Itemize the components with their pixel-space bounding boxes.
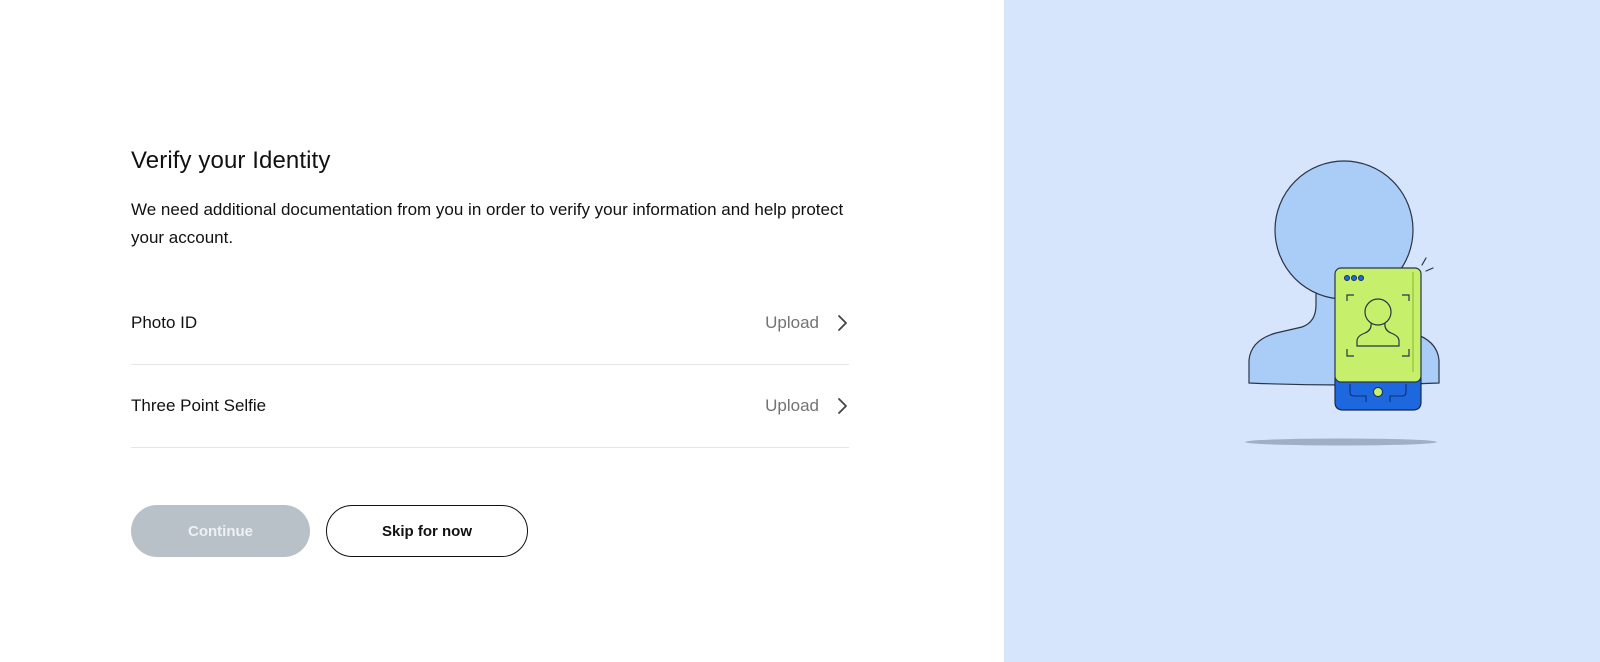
continue-button[interactable]: Continue <box>131 505 310 557</box>
upload-link[interactable]: Upload <box>765 313 819 333</box>
document-label: Photo ID <box>131 313 198 332</box>
skip-for-now-button[interactable]: Skip for now <box>326 505 528 557</box>
chevron-right-icon <box>838 315 847 331</box>
document-list: Photo ID Upload Three Point Selfie Uploa… <box>131 282 849 448</box>
chevron-right-icon <box>838 398 847 414</box>
shadow-ellipse <box>1245 438 1437 446</box>
upload-link[interactable]: Upload <box>765 396 819 416</box>
phone-button <box>1373 387 1383 397</box>
page-description: We need additional documentation from yo… <box>131 200 844 247</box>
document-row-three-point-selfie[interactable]: Three Point Selfie Upload <box>131 365 849 448</box>
button-group: Continue Skip for now <box>131 505 849 557</box>
illustration-panel <box>1004 0 1600 662</box>
document-row-photo-id[interactable]: Photo ID Upload <box>131 282 849 365</box>
upload-action[interactable]: Upload <box>765 313 849 333</box>
identity-verification-illustration <box>1245 160 1440 446</box>
form-content: Verify your Identity We need additional … <box>131 144 849 557</box>
verify-identity-page: Verify your Identity We need additional … <box>0 0 1600 662</box>
form-panel: Verify your Identity We need additional … <box>0 0 1004 662</box>
upload-action[interactable]: Upload <box>765 396 849 416</box>
document-label: Three Point Selfie <box>131 396 267 415</box>
page-title: Verify your Identity <box>131 147 331 174</box>
